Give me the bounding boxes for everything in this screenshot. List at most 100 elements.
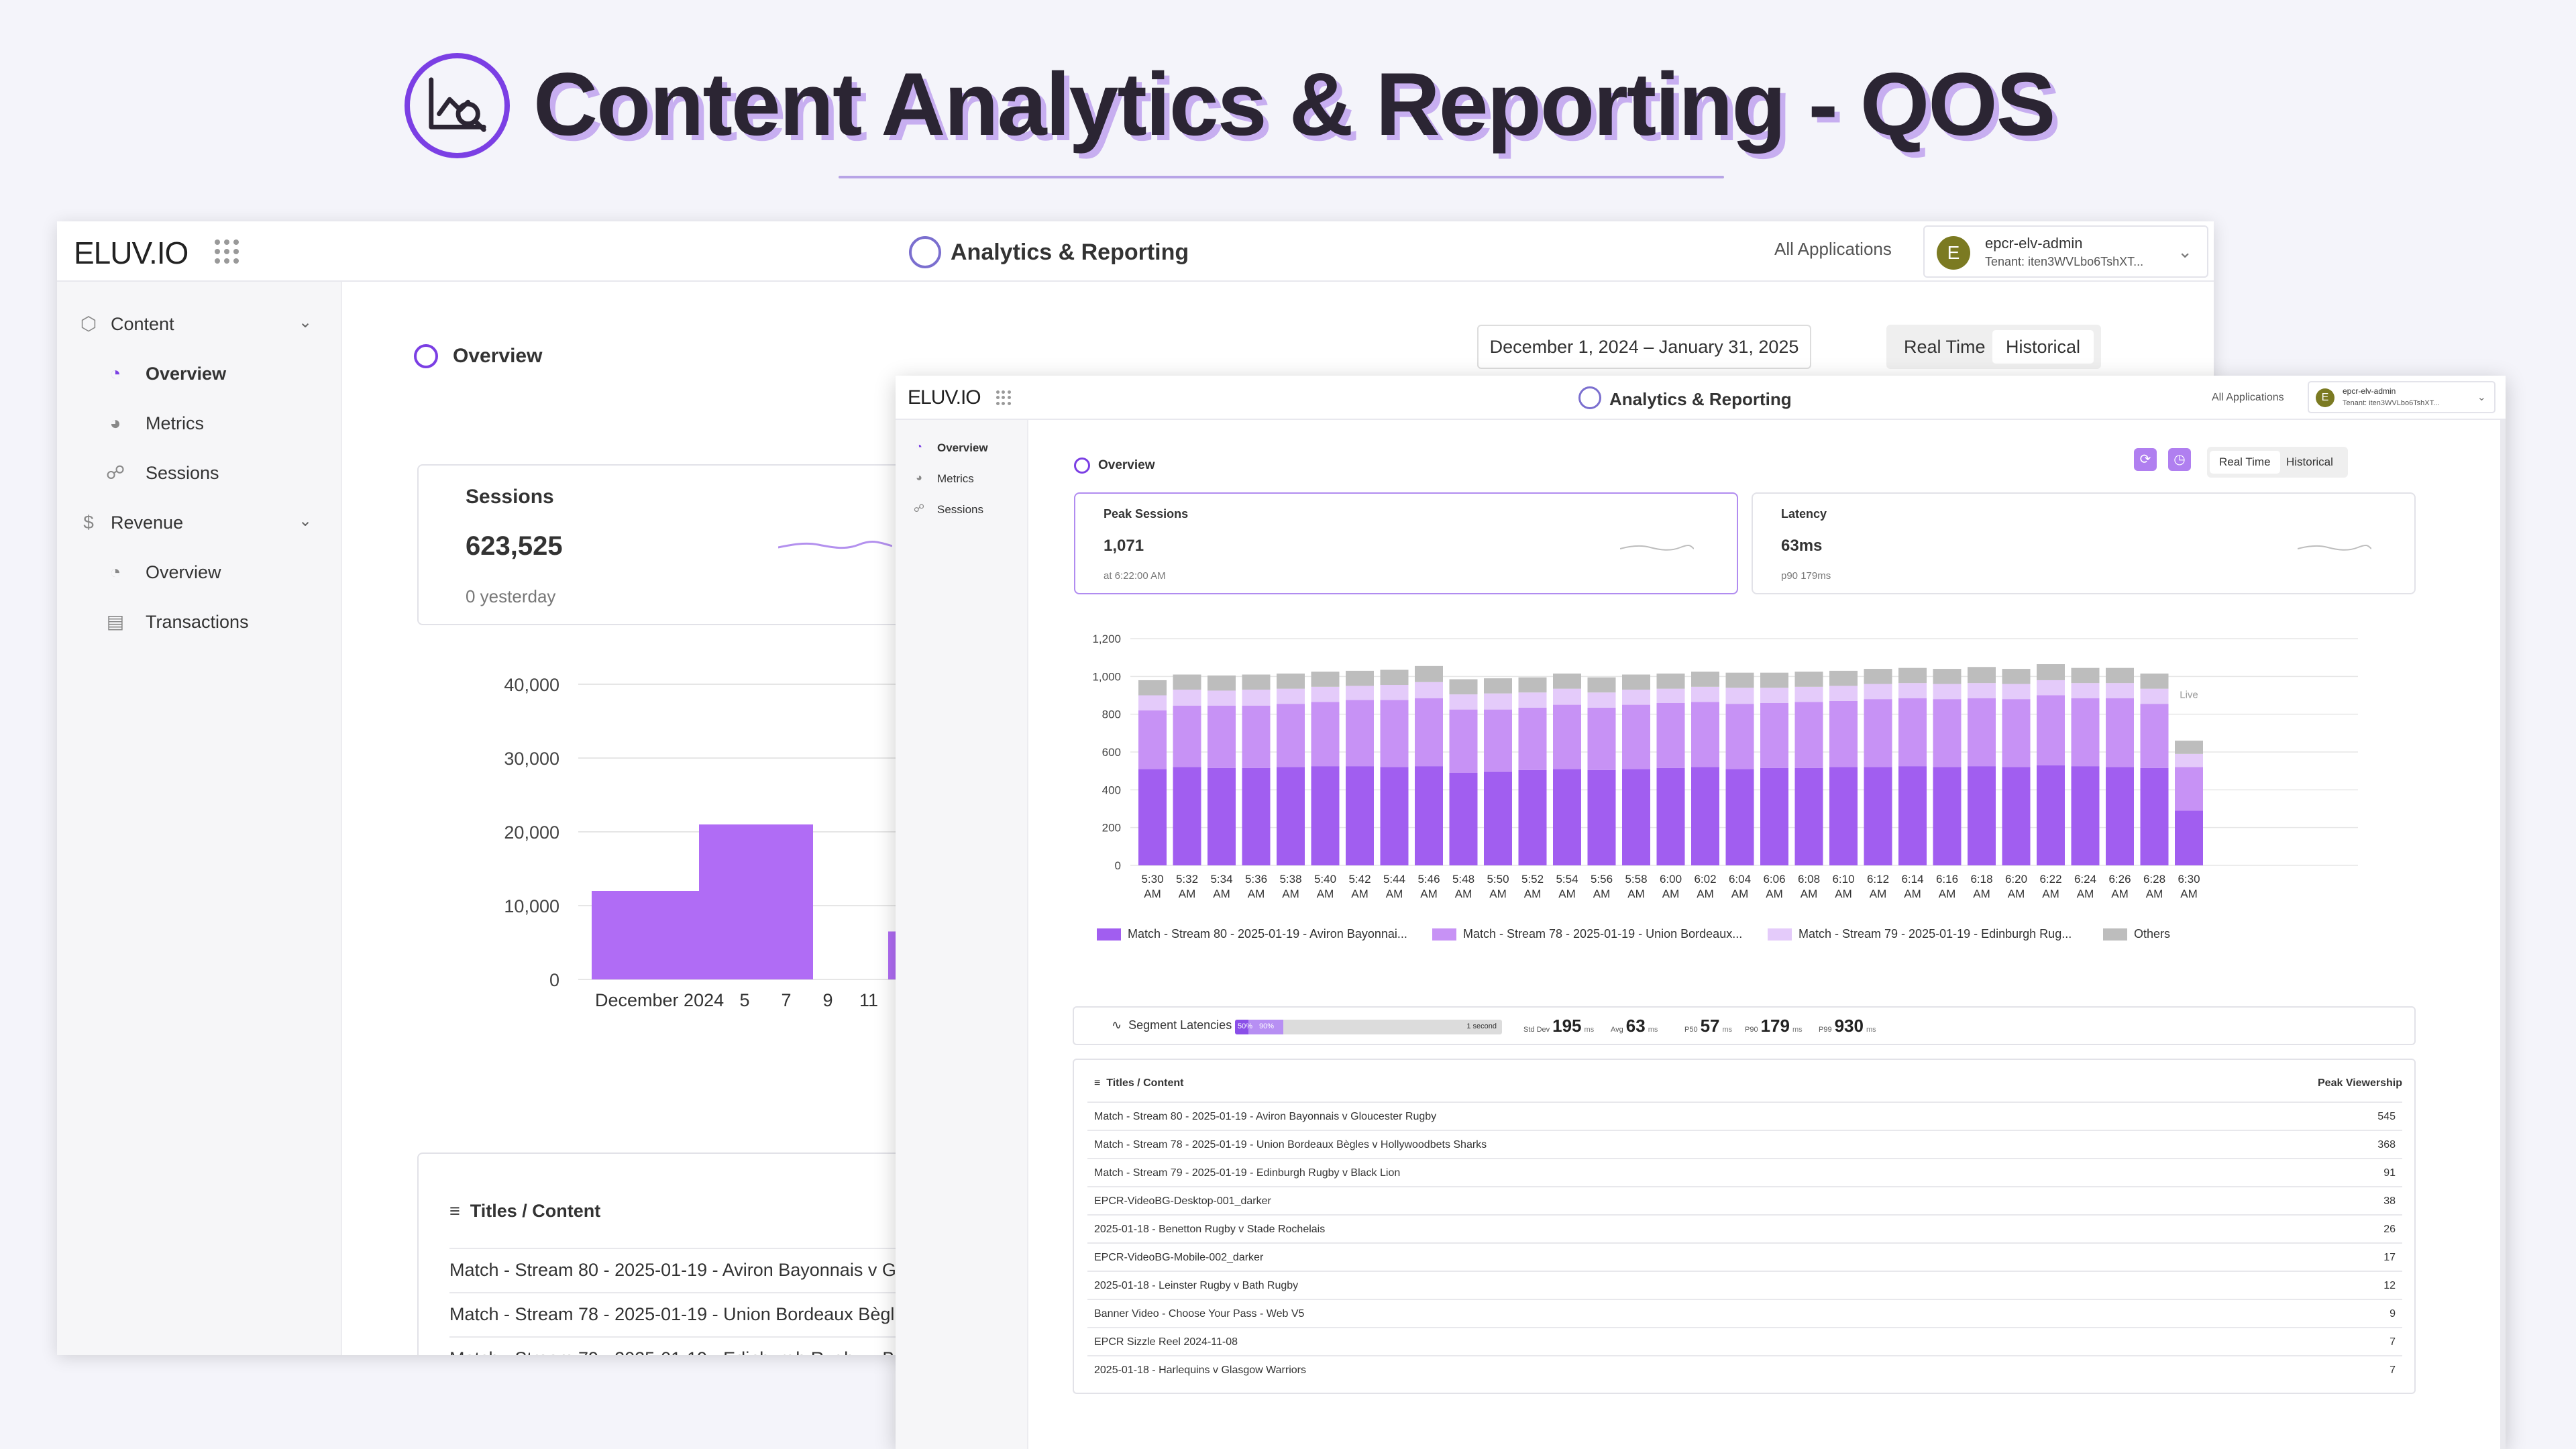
bar-segment[interactable] <box>1622 769 1650 865</box>
bar-segment[interactable] <box>2106 667 2134 684</box>
bar-segment[interactable] <box>1346 700 1374 767</box>
bar-segment[interactable] <box>1518 692 1547 708</box>
bar-segment[interactable] <box>1380 669 1409 686</box>
bar-segment[interactable] <box>1346 766 1374 865</box>
tab-historical[interactable]: Historical <box>1992 330 2094 364</box>
table-row[interactable]: 2025-01-18 - Harlequins v Glasgow Warrio… <box>1087 1355 2402 1383</box>
bar-segment[interactable] <box>1138 710 1167 769</box>
date-range-picker[interactable]: December 1, 2024 – January 31, 2025 <box>1477 325 1811 369</box>
bar-segment[interactable] <box>1208 690 1236 706</box>
table-row[interactable]: Match - Stream 79 - 2025-01-19 - Edinbur… <box>1087 1158 2402 1186</box>
bar-segment[interactable] <box>2175 810 2203 865</box>
table-row[interactable]: EPCR-VideoBG-Desktop-001_darker 38 <box>1087 1186 2402 1214</box>
bar-segment[interactable] <box>1173 767 1201 865</box>
bar-segment[interactable] <box>1173 674 1201 690</box>
table-row[interactable]: EPCR Sizzle Reel 2024-11-08 7 <box>1087 1327 2402 1355</box>
sidebar-item-metrics[interactable]: ◕ Metrics <box>104 408 325 441</box>
bar-segment[interactable] <box>1864 669 1892 684</box>
bar-segment[interactable] <box>2002 669 2031 684</box>
table-row[interactable]: Match - Stream 80 - 2025-01-19 - Aviron … <box>1087 1102 2402 1130</box>
bar-segment[interactable] <box>1691 686 1719 702</box>
bar-segment[interactable] <box>2071 698 2100 767</box>
bar-segment[interactable] <box>1173 690 1201 706</box>
bar-segment[interactable] <box>2002 699 2031 767</box>
bar-segment[interactable] <box>1622 674 1650 690</box>
bar-segment[interactable] <box>1277 674 1305 689</box>
bar-segment[interactable] <box>1933 699 1962 767</box>
bar-segment[interactable] <box>1553 769 1581 865</box>
bar-segment[interactable] <box>1518 769 1547 865</box>
tab-historical[interactable]: Historical <box>2277 451 2343 474</box>
all-applications-link[interactable]: All Applications <box>2212 392 2284 404</box>
bar-segment[interactable] <box>1725 672 1754 688</box>
bar-segment[interactable] <box>1933 684 1962 700</box>
bar-segment[interactable] <box>1968 667 1996 684</box>
bar-segment[interactable] <box>1242 674 1271 690</box>
bar-segment[interactable] <box>1380 685 1409 700</box>
bar-segment[interactable] <box>1864 767 1892 865</box>
app-grid-icon[interactable] <box>996 390 1011 405</box>
bar-segment[interactable] <box>1138 680 1167 696</box>
bar-segment[interactable] <box>1587 707 1616 770</box>
bar-segment[interactable] <box>1760 688 1788 703</box>
bar-segment[interactable] <box>2140 767 2169 865</box>
bar-segment[interactable] <box>1553 688 1581 705</box>
bar-segment[interactable] <box>1656 674 1685 689</box>
bar-segment[interactable] <box>2140 674 2169 689</box>
bar-segment[interactable] <box>1622 690 1650 705</box>
bar-segment[interactable] <box>1208 767 1236 865</box>
bar-segment[interactable] <box>1725 704 1754 769</box>
bar-segment[interactable] <box>1829 767 1858 865</box>
bar-segment[interactable] <box>1173 705 1201 767</box>
bar-segment[interactable] <box>1208 705 1236 768</box>
bar[interactable] <box>592 891 706 979</box>
bar-segment[interactable] <box>1415 766 1443 865</box>
bar-segment[interactable] <box>1725 688 1754 704</box>
bar-segment[interactable] <box>1484 709 1512 772</box>
sidebar-item-sessions[interactable]: ☍ Sessions <box>104 458 325 491</box>
bar-segment[interactable] <box>1484 693 1512 710</box>
bar-segment[interactable] <box>1933 669 1962 684</box>
bar-segment[interactable] <box>1277 767 1305 865</box>
user-menu[interactable]: E epcr-elv-admin Tenant: iten3WVLbo6TshX… <box>2308 381 2496 413</box>
all-applications-link[interactable]: All Applications <box>1774 239 1892 260</box>
brand-logo[interactable]: ELUV.IO <box>74 235 189 271</box>
bar-segment[interactable] <box>1311 672 1340 687</box>
bar-segment[interactable] <box>2037 664 2065 680</box>
table-row[interactable]: Banner Video - Choose Your Pass - Web V5… <box>1087 1299 2402 1327</box>
bar-segment[interactable] <box>1415 698 1443 767</box>
bar-segment[interactable] <box>1311 686 1340 702</box>
user-menu[interactable]: E epcr-elv-admin Tenant: iten3WVLbo6TshX… <box>1923 225 2208 278</box>
bar-segment[interactable] <box>1553 674 1581 689</box>
bar-segment[interactable] <box>1794 702 1823 768</box>
bar-segment[interactable] <box>1864 684 1892 700</box>
bar-segment[interactable] <box>1968 698 1996 767</box>
tab-real-time[interactable]: Real Time <box>2210 451 2280 474</box>
bar-segment[interactable] <box>2106 683 2134 698</box>
bar-segment[interactable] <box>1725 769 1754 865</box>
bar-segment[interactable] <box>1968 683 1996 698</box>
bar-segment[interactable] <box>1829 670 1858 686</box>
bar-segment[interactable] <box>1587 769 1616 865</box>
bar-segment[interactable] <box>1656 688 1685 703</box>
bar-segment[interactable] <box>2106 698 2134 767</box>
bar-segment[interactable] <box>2002 684 2031 700</box>
tab-real-time[interactable]: Real Time <box>1890 330 1999 364</box>
bar-segment[interactable] <box>1449 679 1478 695</box>
bar-segment[interactable] <box>2175 741 2203 754</box>
bar-segment[interactable] <box>1311 766 1340 865</box>
bar[interactable] <box>699 824 813 979</box>
bar-segment[interactable] <box>1242 705 1271 768</box>
bar-segment[interactable] <box>1587 677 1616 693</box>
bar-segment[interactable] <box>1208 675 1236 691</box>
bar-segment[interactable] <box>1864 699 1892 767</box>
bar-segment[interactable] <box>1587 692 1616 708</box>
latency-card[interactable]: Latency 63ms p90 179ms <box>1752 492 2416 594</box>
bar-segment[interactable] <box>1380 700 1409 767</box>
bar-segment[interactable] <box>2175 767 2203 811</box>
bar-segment[interactable] <box>1829 700 1858 767</box>
bar-segment[interactable] <box>2037 680 2065 696</box>
bar-segment[interactable] <box>1380 767 1409 865</box>
sidebar-group-content[interactable]: ⬡ Content ⌄ <box>77 309 332 342</box>
bar-segment[interactable] <box>2071 667 2100 684</box>
